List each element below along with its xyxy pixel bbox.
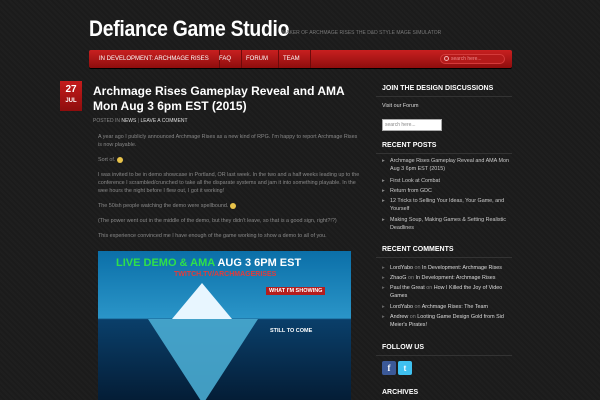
promo-headline-a: LIVE DEMO & AMA (116, 257, 218, 269)
widget-title-follow-us: Follow Us (382, 344, 424, 351)
site-tagline: Maker of Archmage Rises the D&D style ma… (282, 30, 442, 36)
promo-twitch: TWITCH.TV/ARCHMAGERISES (174, 271, 277, 278)
post-paragraph-text: Sort of. (98, 157, 116, 163)
search-icon (444, 56, 449, 61)
smiley-icon (230, 202, 237, 209)
post-paragraph-text: The 50ish people watching the demo were … (98, 203, 229, 209)
comment-on: on (414, 265, 421, 271)
comment-post-link[interactable]: Looting Game Design Gold from Sid Meier'… (390, 314, 504, 328)
widget-title-discussions: Join the Design Discussions (382, 85, 494, 92)
comment-post-link[interactable]: In Development: Archmage Rises (422, 265, 502, 271)
recent-comment-item: Andrew on Looting Game Design Gold from … (382, 314, 512, 329)
post-paragraph: The 50ish people watching the demo were … (98, 202, 360, 210)
post-category-link[interactable]: News (121, 118, 136, 124)
nav-search-input[interactable]: search here... (440, 54, 505, 64)
iceberg-underwater (148, 319, 258, 400)
promo-showing-label: WHAT I'M SHOWING (266, 287, 326, 295)
divider (376, 355, 512, 356)
smiley-icon (117, 156, 124, 163)
post-paragraph: A year ago I publicly announced Archmage… (98, 134, 358, 148)
comment-author-link[interactable]: Andrew (390, 314, 408, 320)
divider (376, 257, 512, 258)
comment-post-link[interactable]: Archmage Rises: The Team (422, 304, 488, 310)
nav-search-placeholder: search here... (451, 56, 482, 62)
main-nav: In Development: Archmage Rises FAQ Forum… (89, 50, 512, 68)
post-paragraph: I was invited to be in demo showcase in … (98, 172, 360, 194)
facebook-icon[interactable]: f (382, 361, 396, 375)
post-meta-sep: | (137, 118, 140, 124)
post-date-day: 27 (65, 84, 77, 95)
post-paragraph: This experience convinced me I have enou… (98, 233, 327, 239)
comment-on: on (409, 314, 416, 320)
post-date-badge: 27 Jul (60, 81, 82, 111)
comment-post-link[interactable]: In Development: Archmage Rises (415, 275, 495, 281)
post-body: A year ago I publicly announced Archmage… (98, 133, 360, 247)
site-header: Defiance Game Studio Maker of Archmage R… (89, 14, 519, 44)
post-date-month: Jul (65, 98, 77, 104)
recent-comment-item: LordYabo on Archmage Rises: The Team (382, 304, 512, 312)
post-paragraph: (The power went out in the middle of the… (98, 218, 337, 224)
widget-title-recent-comments: Recent Comments (382, 246, 454, 253)
post-title[interactable]: Archmage Rises Gameplay Reveal and AMA M… (93, 84, 361, 114)
comment-on: on (407, 275, 414, 281)
widget-title-archives: Archives (382, 389, 419, 396)
promo-headline-b: AUG 3 6PM EST (217, 257, 302, 269)
recent-post-item[interactable]: Archmage Rises Gameplay Reveal and AMA M… (382, 158, 512, 173)
nav-item-team[interactable]: Team (273, 50, 311, 68)
widget-title-recent-posts: Recent Posts (382, 142, 437, 149)
forum-link[interactable]: Visit our Forum (382, 103, 418, 109)
promo-image[interactable]: LIVE DEMO & AMA AUG 3 6PM EST TWITCH.TV/… (98, 251, 351, 400)
divider (376, 153, 512, 154)
comment-on: on (414, 304, 421, 310)
iceberg-tip (172, 283, 232, 319)
recent-comment-item: LordYabo on In Development: Archmage Ris… (382, 265, 512, 273)
divider (376, 96, 512, 97)
comment-author-link[interactable]: LordYabo (390, 265, 413, 271)
post-meta: Posted in News | Leave a Comment (93, 118, 188, 124)
recent-post-item[interactable]: First Look at Combat (382, 178, 512, 186)
site-title[interactable]: Defiance Game Studio (89, 16, 289, 42)
recent-post-item[interactable]: Return from GDC (382, 188, 512, 196)
comment-author-link[interactable]: Paul the Great (390, 285, 425, 291)
leave-comment-link[interactable]: Leave a Comment (140, 118, 187, 124)
twitter-icon[interactable]: t (398, 361, 412, 375)
post-paragraph: Sort of. (98, 156, 360, 164)
promo-still-label: STILL TO COME (270, 328, 313, 334)
recent-comment-item: Paul the Great on How I Killed the Joy o… (382, 285, 512, 300)
promo-headline: LIVE DEMO & AMA AUG 3 6PM EST (116, 257, 301, 269)
recent-post-item[interactable]: 12 Tricks to Selling Your Ideas, Your Ga… (382, 198, 512, 213)
comment-author-link[interactable]: LordYabo (390, 304, 413, 310)
sidebar-search-input[interactable]: search here... (382, 119, 442, 131)
comment-author-link[interactable]: ZhaoG (390, 275, 406, 281)
nav-item-in-development[interactable]: In Development: Archmage Rises (89, 50, 220, 68)
recent-comment-item: ZhaoG on In Development: Archmage Rises (382, 275, 512, 283)
comment-on: on (426, 285, 433, 291)
recent-post-item[interactable]: Making Soup, Making Games & Setting Real… (382, 217, 512, 232)
post-meta-prefix: Posted in (93, 118, 120, 124)
